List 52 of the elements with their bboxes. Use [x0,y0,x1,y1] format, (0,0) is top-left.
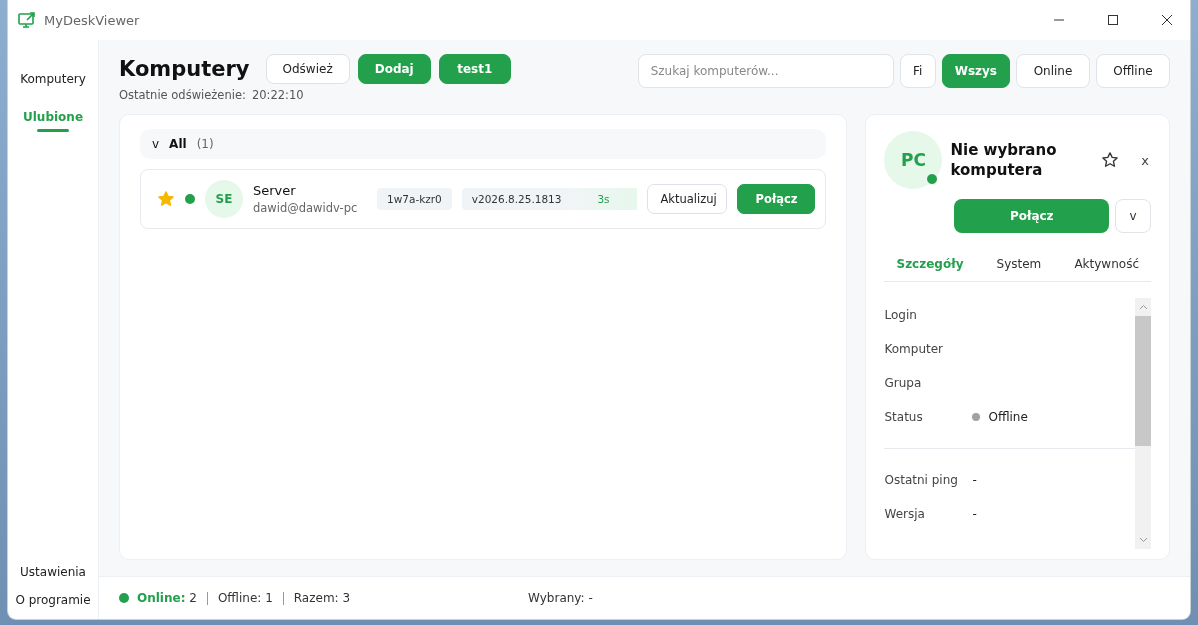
sidebar-item[interactable]: Komputery [20,58,86,100]
scroll-down-icon[interactable] [1138,537,1148,543]
dropdown-button[interactable]: v [1115,199,1151,233]
star-icon[interactable] [1101,151,1120,169]
field-label: Wersja [884,507,926,521]
offline-count: Offline: 1 [217,591,273,605]
tab[interactable]: System [984,249,1054,281]
search-field[interactable]: Szukaj komputerów... [637,54,894,88]
field-label: Ostatni ping [884,473,959,487]
computer-user: dawid@dawidv-pc [253,201,359,215]
computer-avatar: PC [884,131,943,189]
refresh-time: 20:22:10 [251,88,304,102]
status-dot [119,593,129,603]
total-count: Razem: 3 [293,591,351,605]
filter-button[interactable]: Fi [899,54,936,88]
close-button[interactable]: x [1139,150,1151,170]
filter-button[interactable]: Offline [1096,54,1170,88]
header-button[interactable]: Odśwież [265,54,350,84]
field-value: - [972,473,977,487]
group-name: All [169,137,187,151]
field-value: - [972,507,977,521]
computer-avatar: SE [205,180,243,218]
sidebar-item[interactable]: Ustawienia [20,565,86,579]
field-label: Komputer [884,342,945,356]
window-title: MyDeskViewer [44,12,141,28]
field-value: Offline [988,410,1028,424]
group-toggle[interactable]: v [152,137,160,151]
monitor-icon [18,12,36,28]
scrollbar[interactable] [1135,298,1151,549]
maximize-icon[interactable] [1108,15,1118,25]
ping-time: 3s [569,188,638,210]
update-button[interactable]: Aktualizuj [647,184,728,214]
selected-label: Wybrany: - [528,591,593,605]
page-title: Komputery [119,57,250,81]
group-count: (1) [196,137,214,151]
computer-name: Server [253,183,297,198]
details-title: Nie wybrano komputera [950,139,1058,181]
scroll-up-icon[interactable] [1138,304,1148,310]
filter-button[interactable]: Online [1016,54,1090,88]
computer-row[interactable]: SE Server dawid@dawidv-pc 1w7a-kzr0 v2026.8.25.1813 3s Aktualizuj Połącz [140,169,827,229]
star-icon[interactable] [157,190,175,208]
field-label: Login [884,308,918,322]
sidebar-item[interactable]: O programie [15,593,91,607]
computer-id: 1w7a-kzr0 [377,188,452,210]
computer-version: v2026.8.25.1813 [461,188,572,210]
tab[interactable]: Aktywność [1062,249,1151,281]
field-label: Grupa [884,376,923,390]
group-header[interactable]: v All (1) [140,129,827,159]
refresh-label: Ostatnie odświeżenie: [119,88,246,102]
field-label: Status [884,410,924,424]
online-count: Online: 2 [137,591,197,605]
close-icon[interactable] [1162,15,1172,25]
